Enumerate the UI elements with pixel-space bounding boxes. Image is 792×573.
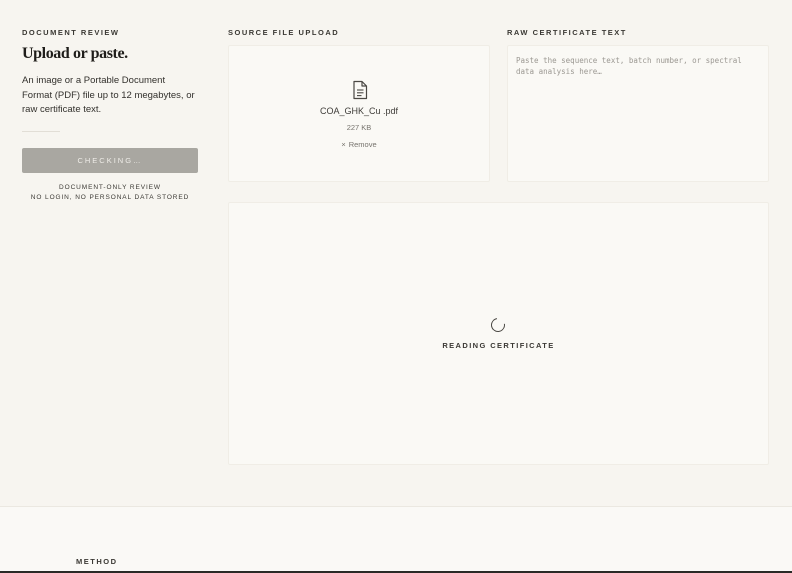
section-eyebrow-method: METHOD [76,557,118,566]
page-title: Upload or paste. [22,45,128,62]
uploaded-file-size: 227 KB [346,123,372,132]
close-icon: × [341,140,346,149]
privacy-note-line-2: NO LOGIN, NO PERSONAL DATA STORED [30,194,190,201]
uploaded-file-name: COA_GHK_Cu .pdf [319,106,399,116]
remove-file-label: Remove [348,140,377,149]
file-document-icon [353,80,368,100]
section-eyebrow-document-review: DOCUMENT REVIEW [22,28,120,37]
privacy-note-line-1: DOCUMENT-ONLY REVIEW [59,184,161,191]
results-panel: READING CERTIFICATE [228,202,769,465]
page: DOCUMENT REVIEW Upload or paste. An imag… [0,0,792,573]
check-button[interactable]: CHECKING… [22,148,198,173]
remove-file-button[interactable]: × Remove [229,140,489,149]
short-divider [22,131,60,132]
raw-text-panel [507,45,769,182]
file-upload-dropzone[interactable]: COA_GHK_Cu .pdf 227 KB × Remove [228,45,490,182]
raw-certificate-textarea[interactable] [516,55,760,175]
method-section [0,507,792,573]
section-eyebrow-source-file-upload: SOURCE FILE UPLOAD [228,28,340,37]
upload-description: An image or a Portable Document Format (… [22,75,195,115]
loading-spinner-icon [488,315,508,335]
section-eyebrow-raw-certificate-text: RAW CERTIFICATE TEXT [507,28,627,37]
reading-status: READING CERTIFICATE [442,341,555,350]
